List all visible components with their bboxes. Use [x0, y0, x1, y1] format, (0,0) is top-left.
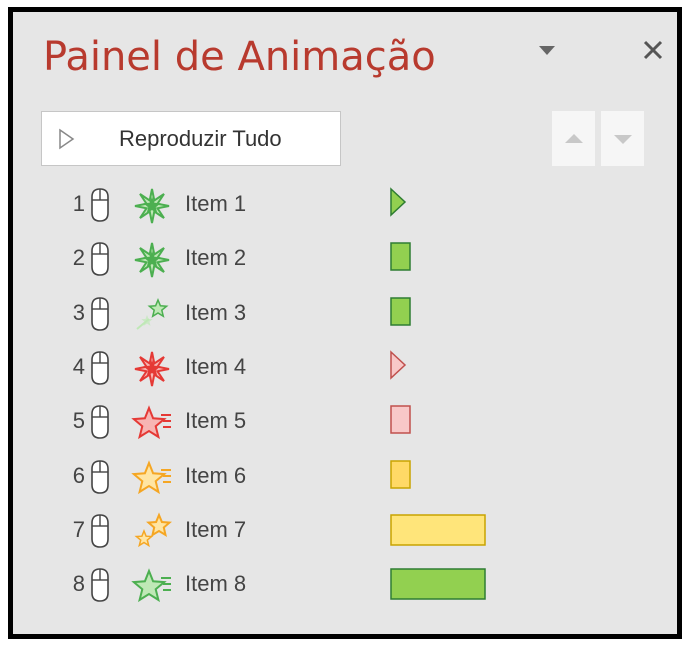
- item-label: Item 6: [185, 462, 247, 488]
- item-number: 3: [72, 299, 85, 325]
- timeline-cell: [389, 459, 419, 498]
- pane-options-button[interactable]: [535, 42, 561, 62]
- timeline-cell: [389, 404, 419, 443]
- star-wipe-icon: [131, 568, 171, 603]
- trigger-on-click: [88, 404, 112, 445]
- close-button[interactable]: [639, 36, 669, 66]
- mouse-icon: [91, 188, 109, 222]
- effect-icon: [131, 458, 175, 501]
- trigger-on-click: [88, 350, 112, 391]
- timeline-cell: [389, 187, 419, 226]
- timeline-cell: [389, 513, 489, 552]
- animation-item[interactable]: 2 Item 2: [13, 234, 683, 284]
- mouse-icon: [91, 296, 109, 331]
- star-burst-icon: [134, 243, 170, 278]
- effect-icon: [131, 349, 175, 392]
- timeline-cell: [389, 567, 489, 606]
- timeline-bar[interactable]: [389, 513, 489, 547]
- item-label: Item 5: [185, 408, 247, 434]
- effect-icon: [131, 186, 175, 229]
- timeline-bar-start[interactable]: [389, 187, 419, 221]
- animation-item[interactable]: 8 Item 8: [13, 560, 683, 610]
- item-number: 6: [72, 462, 85, 488]
- chevron-down-icon: [539, 46, 555, 55]
- fly-in-star-icon: [136, 297, 169, 330]
- trigger-on-click: [88, 241, 112, 282]
- item-number: 1: [72, 191, 85, 216]
- mouse-icon: [91, 568, 109, 602]
- close-icon: [643, 40, 663, 60]
- trigger-on-click: [88, 187, 112, 228]
- animation-item[interactable]: 6 Item 6: [13, 452, 683, 502]
- mouse-icon: [91, 513, 109, 548]
- timeline-bar[interactable]: [389, 241, 419, 275]
- effect-icon: [131, 566, 175, 609]
- star-wipe-icon: [131, 405, 171, 440]
- star-burst-icon: [134, 351, 170, 387]
- mouse-icon: [91, 242, 109, 277]
- item-number: 8: [72, 571, 85, 597]
- star-burst-icon: [134, 188, 170, 224]
- timeline-cell: [389, 350, 419, 389]
- item-number: 4: [72, 353, 85, 379]
- animation-item[interactable]: 1 Item 1: [13, 180, 683, 230]
- trigger-on-click: [88, 296, 112, 337]
- animation-item[interactable]: 3 Item 3: [13, 289, 683, 339]
- timeline-bar-start[interactable]: [389, 350, 419, 384]
- effect-icon: [131, 295, 175, 338]
- item-label: Item 2: [185, 245, 247, 271]
- animation-item[interactable]: 7 Item 7: [13, 506, 683, 556]
- effect-icon: [131, 403, 175, 446]
- play-all-label: Reproduzir Tudo: [119, 126, 282, 151]
- play-all-button[interactable]: Reproduzir Tudo: [41, 111, 341, 166]
- mouse-icon: [91, 351, 109, 385]
- animation-pane: Painel de Animação Reproduzir Tudo 1 Item…: [8, 7, 682, 639]
- item-label: Item 1: [185, 191, 247, 216]
- timeline-bar[interactable]: [389, 404, 419, 438]
- effect-icon: [131, 512, 175, 555]
- item-label: Item 7: [185, 516, 247, 542]
- mouse-icon: [91, 405, 109, 439]
- trigger-on-click: [88, 459, 112, 500]
- item-number: 7: [72, 516, 85, 542]
- item-label: Item 3: [185, 299, 247, 325]
- trigger-on-click: [88, 513, 112, 554]
- play-icon: [59, 128, 75, 150]
- pane-title: Painel de Animação: [43, 34, 436, 80]
- timeline-cell: [389, 241, 419, 280]
- move-up-button[interactable]: [552, 111, 595, 166]
- timeline-cell: [389, 296, 419, 335]
- arrow-up-icon: [565, 134, 583, 143]
- item-label: Item 8: [185, 571, 247, 597]
- animation-item[interactable]: 5 Item 5: [13, 397, 683, 447]
- timeline-bar[interactable]: [389, 296, 419, 330]
- animation-item[interactable]: 4 Item 4: [13, 343, 683, 393]
- timeline-bar[interactable]: [389, 567, 489, 601]
- trigger-on-click: [88, 567, 112, 608]
- item-number: 5: [72, 408, 85, 434]
- arrow-down-icon: [614, 135, 632, 144]
- move-down-button[interactable]: [601, 111, 644, 166]
- effect-icon: [131, 240, 175, 283]
- star-pair-icon: [134, 512, 172, 547]
- mouse-icon: [91, 459, 109, 494]
- star-wipe-icon: [131, 459, 171, 494]
- item-label: Item 4: [185, 353, 247, 379]
- timeline-bar[interactable]: [389, 459, 419, 493]
- item-number: 2: [72, 245, 85, 271]
